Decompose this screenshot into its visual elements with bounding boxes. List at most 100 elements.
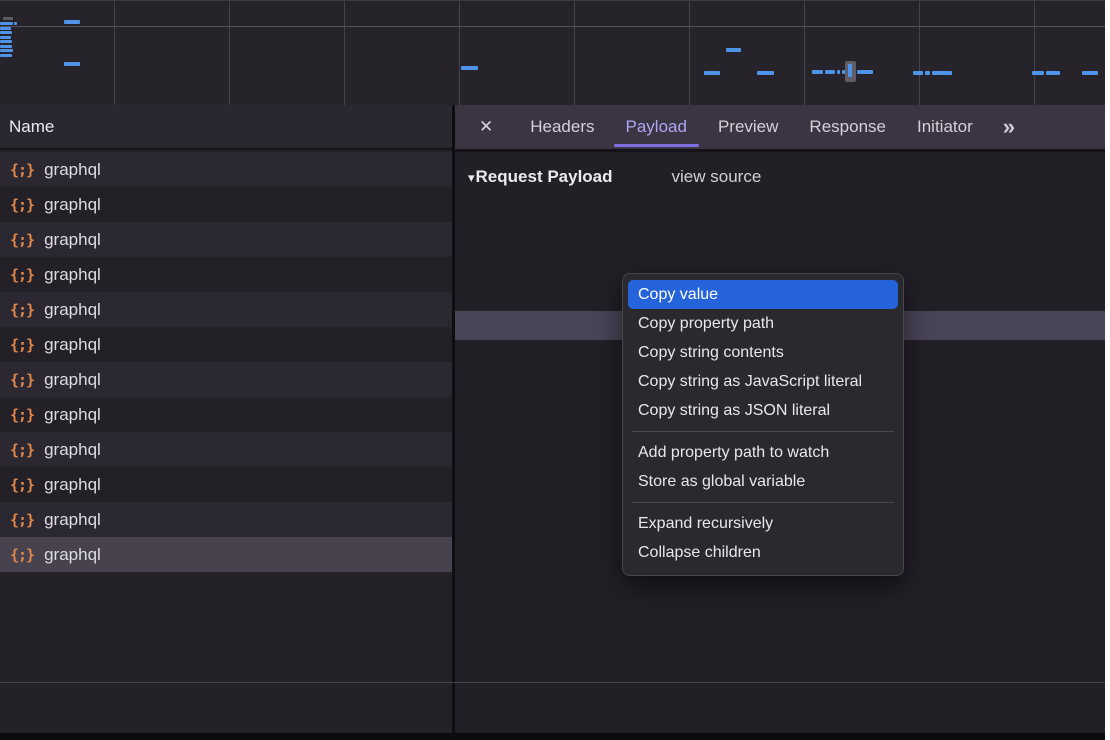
overview-request-bar [848, 64, 852, 77]
overview-gridline [919, 1, 920, 105]
overview-gridline [804, 1, 805, 105]
overview-request-bar [913, 71, 923, 75]
json-braces-icon: {;} [10, 196, 34, 214]
context-menu: Copy valueCopy property pathCopy string … [622, 273, 904, 576]
request-row[interactable]: {;}graphql [0, 397, 453, 432]
menu-item-copy-string-contents[interactable]: Copy string contents [623, 338, 903, 367]
details-tab-bar: ✕ Headers Payload Preview Response Initiator… [455, 105, 1105, 152]
more-tabs-icon[interactable]: » [1003, 105, 1013, 149]
request-row[interactable]: {;} graphql [0, 467, 453, 502]
request-row[interactable]: {;} graphql [0, 537, 453, 572]
request-name: graphql [44, 230, 101, 250]
json-braces-icon: {;} [10, 301, 34, 319]
json-braces-icon: {;} [10, 406, 34, 424]
request-row[interactable]: {;} graphql [0, 187, 453, 222]
request-row[interactable]: {;} graphql [0, 502, 453, 537]
overview-request-bar [0, 27, 11, 30]
overview-request-bar [1082, 71, 1098, 75]
overview-request-bar [461, 66, 478, 70]
overview-gridline [689, 1, 690, 105]
menu-item-expand-recursively[interactable]: Expand recursively [623, 509, 903, 538]
overview-request-bar [0, 40, 12, 43]
overview-request-bar [812, 70, 823, 74]
request-name: graphql [44, 160, 101, 180]
json-braces-icon: {;} [10, 476, 34, 494]
menu-item-store-as-global-variable[interactable]: Store as global variable [623, 467, 903, 496]
close-icon[interactable]: ✕ [473, 105, 499, 149]
overview-request-bar [857, 70, 873, 74]
overview-gridline [344, 1, 345, 105]
overview-request-bar [726, 48, 741, 52]
overview-request-bar [14, 22, 17, 25]
tab-headers[interactable]: Headers [530, 105, 594, 149]
request-row[interactable]: {;} graphql [0, 432, 453, 467]
tab-initiator[interactable]: Initiator [917, 105, 973, 149]
overview-request-bar [932, 71, 952, 75]
name-column-label: Name [9, 117, 54, 137]
overview-request-bar [3, 17, 13, 20]
overview-request-bar [757, 71, 774, 75]
request-row[interactable]: {;} graphql [0, 257, 453, 292]
overview-row-divider [0, 26, 1105, 27]
request-name: graphql [44, 195, 101, 215]
menu-item-copy-property-path[interactable]: Copy property path [623, 309, 903, 338]
tab-payload[interactable]: Payload [626, 105, 687, 149]
json-braces-icon: {;} [10, 266, 34, 284]
menu-item-copy-string-as-json-literal[interactable]: Copy string as JSON literal [623, 396, 903, 425]
request-name: graphql [44, 545, 101, 565]
json-braces-icon: {;} [10, 441, 34, 459]
view-source-link[interactable]: view source [672, 167, 762, 187]
overview-request-bar [0, 31, 12, 34]
request-row[interactable]: {;} graphql [0, 362, 453, 397]
section-title: Request Payload [476, 167, 613, 187]
request-row[interactable]: {;} graphql [0, 292, 453, 327]
overview-request-bar [1032, 71, 1044, 75]
overview-request-bar [0, 49, 13, 52]
json-braces-icon: {;} [10, 511, 34, 529]
request-name: graphql [44, 475, 101, 495]
request-name: graphql [44, 510, 101, 530]
menu-item-collapse-children[interactable]: Collapse children [623, 538, 903, 567]
network-overview[interactable] [0, 0, 1105, 105]
overview-gridline [1034, 1, 1035, 105]
menu-separator [632, 502, 894, 503]
json-braces-icon: {;} [10, 546, 34, 564]
menu-item-add-property-path-to-watch[interactable]: Add property path to watch [623, 438, 903, 467]
request-row[interactable]: {;}graphql [0, 152, 453, 187]
request-row[interactable]: {;} graphql [0, 327, 453, 362]
request-rows: {;} graphql {;} graphql {;} graphql {;} graphql… [0, 152, 453, 572]
json-braces-icon: {;} [10, 371, 34, 389]
section-collapse-icon[interactable]: ▾ [468, 170, 475, 186]
menu-item-copy-value[interactable]: Copy value [628, 280, 898, 309]
request-name: graphql [44, 370, 101, 390]
window-bottom-edge [0, 733, 1105, 740]
tab-preview[interactable]: Preview [718, 105, 778, 149]
overview-gridline [229, 1, 230, 105]
request-name: graphql [44, 335, 101, 355]
overview-gridline [114, 1, 115, 105]
overview-request-bar [64, 20, 80, 24]
overview-request-bar [0, 45, 12, 48]
overview-gridline [574, 1, 575, 105]
menu-separator [632, 431, 894, 432]
request-name: graphql [44, 265, 101, 285]
request-row[interactable]: {;} graphql [0, 222, 453, 257]
overview-request-bar [837, 70, 840, 74]
overview-request-bar [704, 71, 720, 75]
request-name: graphql [44, 440, 101, 460]
json-braces-icon: {;} [10, 231, 34, 249]
request-name: graphql [44, 300, 101, 320]
name-column-header[interactable]: Name [0, 105, 453, 150]
overview-request-bar [0, 54, 12, 57]
overview-request-bar [0, 36, 11, 39]
overview-request-bar [925, 71, 930, 75]
footer-divider [0, 682, 1105, 683]
overview-request-bar [0, 22, 13, 25]
tab-response[interactable]: Response [809, 105, 886, 149]
menu-item-copy-string-as-javascript-literal[interactable]: Copy string as JavaScript literal [623, 367, 903, 396]
overview-request-bar [1046, 71, 1060, 75]
page-background-edge [1105, 0, 1110, 740]
json-braces-icon: {;} [10, 336, 34, 354]
overview-gridline [459, 1, 460, 105]
request-list-panel: Name {;}graphql{;}graphql{;}graphql{;}gr… [0, 105, 453, 733]
